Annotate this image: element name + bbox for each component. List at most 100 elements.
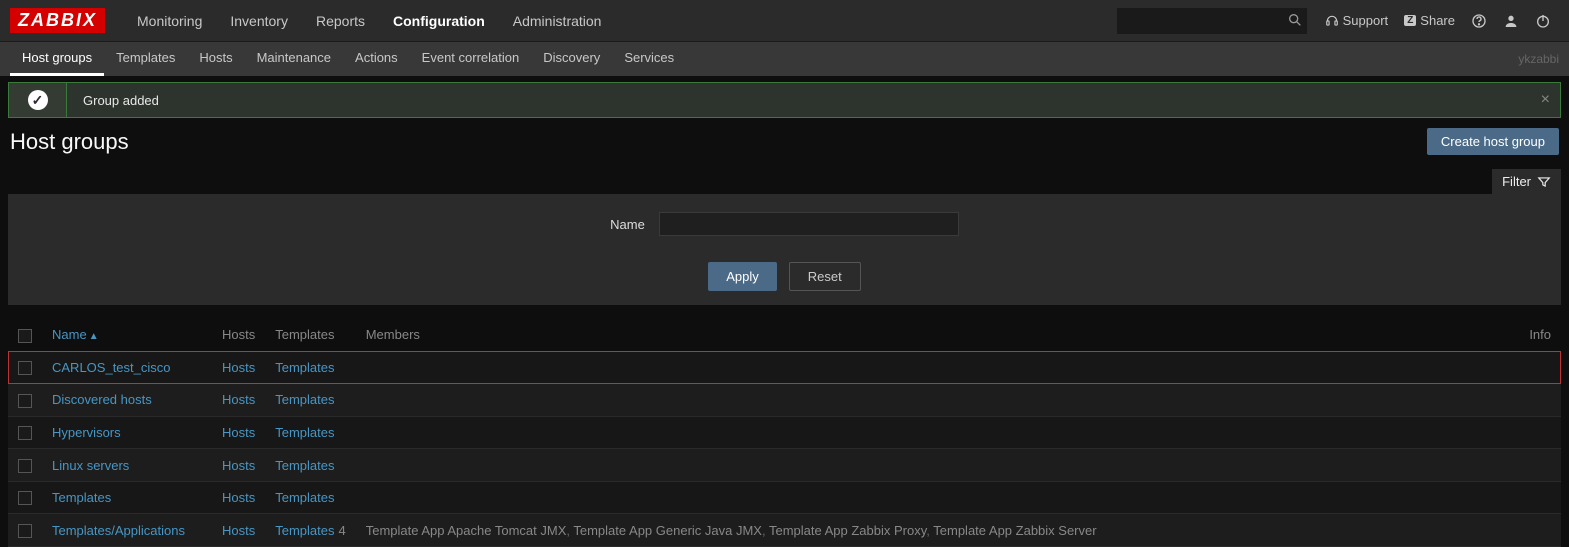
share-badge: Z — [1404, 15, 1416, 26]
filter-icon — [1537, 175, 1551, 189]
filter-name-input[interactable] — [659, 212, 959, 236]
group-name-link[interactable]: Hypervisors — [52, 425, 121, 440]
row-checkbox[interactable] — [18, 459, 32, 473]
subnav-item-discovery[interactable]: Discovery — [531, 42, 612, 76]
search-icon[interactable] — [1287, 12, 1303, 31]
subnav-item-actions[interactable]: Actions — [343, 42, 410, 76]
info-cell — [1511, 416, 1561, 449]
create-host-group-button[interactable]: Create host group — [1427, 128, 1559, 155]
table-header-row: Name▲ Hosts Templates Members Info — [8, 319, 1561, 351]
select-all-checkbox[interactable] — [18, 329, 32, 343]
hosts-link[interactable]: Hosts — [222, 490, 255, 505]
table-body: CARLOS_test_ciscoHostsTemplatesDiscovere… — [8, 351, 1561, 546]
subnav-item-event-correlation[interactable]: Event correlation — [410, 42, 532, 76]
help-icon[interactable] — [1463, 0, 1495, 41]
hosts-link[interactable]: Hosts — [222, 425, 255, 440]
members-cell: Template App Apache Tomcat JMX, Template… — [356, 514, 1511, 547]
top-nav: ZABBIX MonitoringInventoryReportsConfigu… — [0, 0, 1569, 42]
group-name-link[interactable]: CARLOS_test_cisco — [52, 360, 171, 375]
members-cell — [356, 351, 1511, 384]
members-cell — [356, 449, 1511, 482]
group-name-link[interactable]: Discovered hosts — [52, 392, 152, 407]
table-row: Hypervisors Hosts Templates — [8, 416, 1561, 449]
user-icon[interactable] — [1495, 0, 1527, 41]
subnav-item-maintenance[interactable]: Maintenance — [245, 42, 343, 76]
header-templates[interactable]: Templates — [265, 319, 355, 351]
page-title: Host groups — [10, 129, 129, 155]
member-item[interactable]: Template App Generic Java JMX — [573, 523, 762, 538]
subnav-item-host-groups[interactable]: Host groups — [10, 42, 104, 76]
row-checkbox[interactable] — [18, 491, 32, 505]
success-icon: ✓ — [28, 90, 48, 110]
table-row: Discovered hosts Hosts Templates — [8, 384, 1561, 417]
share-link[interactable]: Z Share — [1396, 0, 1463, 41]
filter-panel: Name Apply Reset — [8, 194, 1561, 305]
close-icon[interactable]: × — [1541, 91, 1550, 109]
topnav-item-inventory[interactable]: Inventory — [216, 0, 302, 41]
sort-asc-icon: ▲ — [89, 331, 99, 342]
hosts-link[interactable]: Hosts — [222, 458, 255, 473]
templates-link[interactable]: Templates — [275, 425, 334, 440]
members-cell — [356, 481, 1511, 514]
support-link[interactable]: Support — [1317, 0, 1397, 41]
subnav-item-services[interactable]: Services — [612, 42, 686, 76]
info-cell — [1511, 351, 1561, 384]
group-name-link[interactable]: Templates/Applications — [52, 523, 185, 538]
hosts-link[interactable]: Hosts — [222, 360, 255, 375]
top-nav-items: MonitoringInventoryReportsConfigurationA… — [123, 0, 615, 41]
message-icon-box: ✓ — [9, 83, 67, 117]
filter-toggle[interactable]: Filter — [1492, 169, 1561, 194]
share-label: Share — [1420, 13, 1455, 28]
header-hosts[interactable]: Hosts — [212, 319, 265, 351]
topnav-item-administration[interactable]: Administration — [499, 0, 616, 41]
templates-link[interactable]: Templates — [275, 523, 334, 538]
members-cell — [356, 416, 1511, 449]
member-item[interactable]: Template App Apache Tomcat JMX — [366, 523, 567, 538]
message-bar: ✓ Group added × — [8, 82, 1561, 118]
sub-nav-user: ykzabbi — [1518, 52, 1569, 66]
table-row: Templates/ApplicationsHostsTemplates4Tem… — [8, 514, 1561, 547]
reset-button[interactable]: Reset — [789, 262, 861, 291]
member-item[interactable]: Template App Zabbix Server — [933, 523, 1096, 538]
topnav-item-configuration[interactable]: Configuration — [379, 0, 499, 41]
header-name[interactable]: Name▲ — [42, 319, 212, 351]
header-checkbox-cell — [8, 319, 42, 351]
page-header: Host groups Create host group — [0, 118, 1569, 169]
logout-icon[interactable] — [1527, 0, 1559, 41]
search-input[interactable] — [1117, 8, 1307, 34]
member-item[interactable]: Template App Zabbix Proxy — [769, 523, 926, 538]
headset-icon — [1325, 14, 1339, 28]
row-checkbox[interactable] — [18, 394, 32, 408]
hosts-link[interactable]: Hosts — [222, 392, 255, 407]
info-cell — [1511, 384, 1561, 417]
message-text: Group added — [67, 93, 159, 108]
filter-tab-row: Filter — [0, 169, 1569, 194]
templates-link[interactable]: Templates — [275, 360, 334, 375]
templates-link[interactable]: Templates — [275, 490, 334, 505]
support-label: Support — [1343, 13, 1389, 28]
row-checkbox[interactable] — [18, 426, 32, 440]
hosts-link[interactable]: Hosts — [222, 523, 255, 538]
subnav-item-templates[interactable]: Templates — [104, 42, 187, 76]
header-members[interactable]: Members — [356, 319, 1511, 351]
apply-button[interactable]: Apply — [708, 262, 777, 291]
filter-buttons: Apply Reset — [8, 262, 1561, 291]
row-checkbox[interactable] — [18, 361, 32, 375]
host-groups-table: Name▲ Hosts Templates Members Info CARLO… — [8, 319, 1561, 547]
templates-link[interactable]: Templates — [275, 458, 334, 473]
logo[interactable]: ZABBIX — [10, 8, 105, 33]
row-checkbox[interactable] — [18, 524, 32, 538]
info-cell — [1511, 514, 1561, 547]
templates-link[interactable]: Templates — [275, 392, 334, 407]
header-info[interactable]: Info — [1511, 319, 1561, 351]
topnav-item-reports[interactable]: Reports — [302, 0, 379, 41]
filter-name-label: Name — [610, 217, 645, 232]
filter-label: Filter — [1502, 174, 1531, 189]
sub-nav: Host groupsTemplatesHostsMaintenanceActi… — [0, 42, 1569, 76]
table-row: CARLOS_test_cisco Hosts Templates — [8, 351, 1561, 384]
group-name-link[interactable]: Templates — [52, 490, 111, 505]
top-nav-right: Support Z Share — [1117, 0, 1569, 41]
group-name-link[interactable]: Linux servers — [52, 458, 129, 473]
topnav-item-monitoring[interactable]: Monitoring — [123, 0, 216, 41]
subnav-item-hosts[interactable]: Hosts — [187, 42, 244, 76]
